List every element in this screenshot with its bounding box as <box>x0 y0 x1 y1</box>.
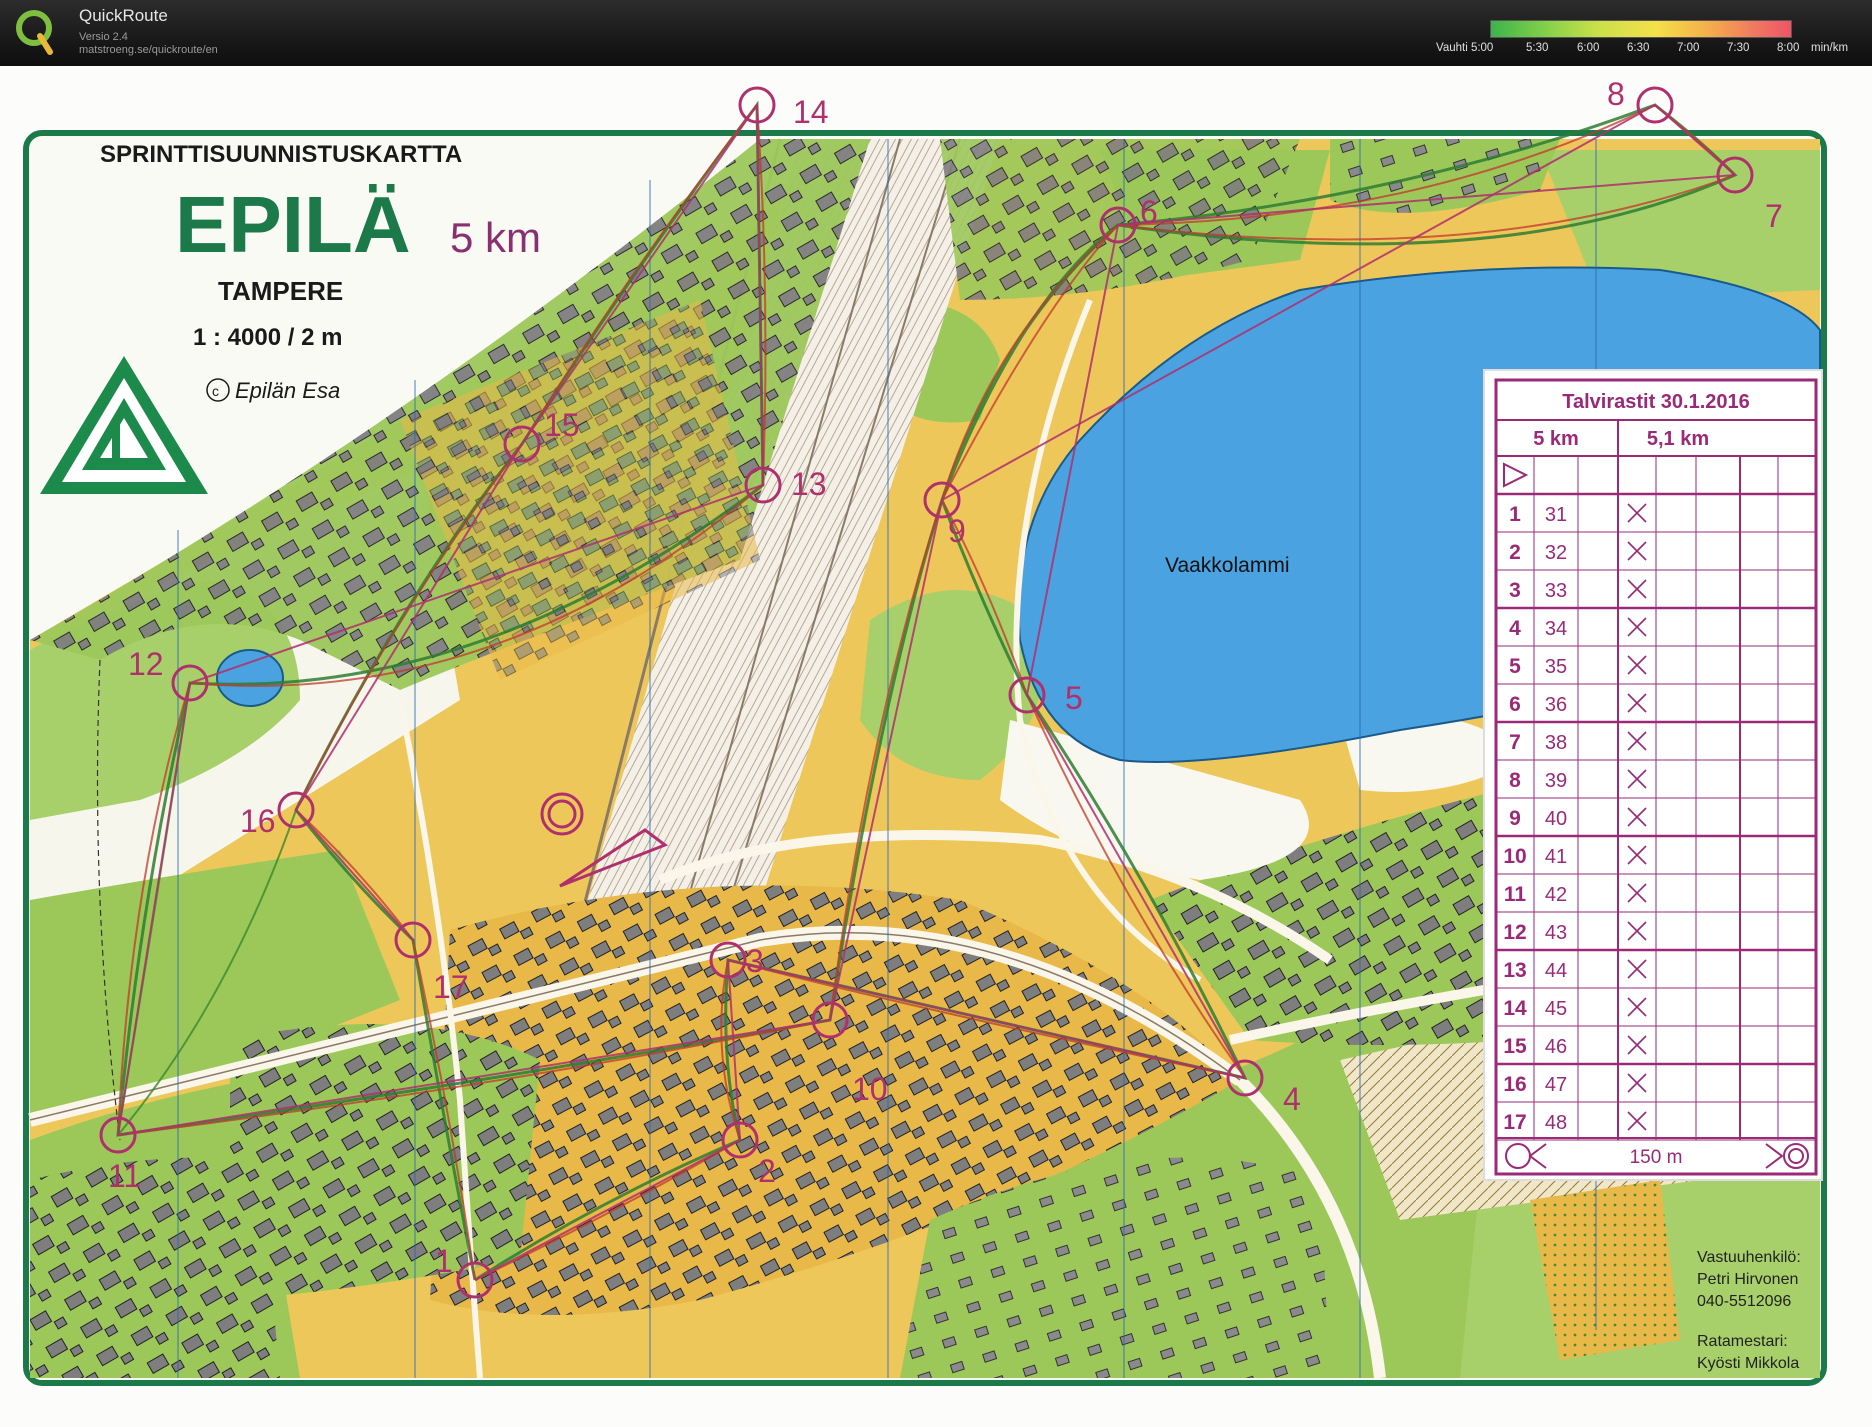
sheet-finish-distance: 150 m <box>1630 1147 1683 1168</box>
svg-text:c: c <box>212 383 219 399</box>
map-copyright: Epilän Esa <box>235 378 340 403</box>
app-version-info: Versio 2.4 matstroeng.se/quickroute/en <box>79 31 218 57</box>
sheet-row-code: 44 <box>1545 960 1567 982</box>
control-number-13: 13 <box>791 466 827 502</box>
pace-label: Vauhti 5:00 <box>1436 42 1494 54</box>
svg-text:Kyösti Mikkola: Kyösti Mikkola <box>1697 1355 1799 1372</box>
sheet-row-number: 17 <box>1503 1111 1526 1134</box>
sheet-title: Talvirastit 30.1.2016 <box>1562 391 1750 413</box>
quickroute-logo-icon <box>16 10 53 55</box>
pace-tick: 7:00 <box>1677 42 1700 54</box>
sheet-row-code: 42 <box>1545 884 1567 906</box>
control-number-17: 17 <box>433 969 469 1005</box>
sheet-row-number: 5 <box>1509 655 1521 678</box>
sheet-row-code: 43 <box>1545 922 1567 944</box>
pace-tick: 8:00 <box>1777 42 1800 54</box>
svg-text:040-5512096: 040-5512096 <box>1697 1293 1791 1310</box>
control-number-16: 16 <box>240 803 276 839</box>
sheet-row-number: 3 <box>1509 579 1521 602</box>
control-number-10: 10 <box>852 1071 888 1107</box>
svg-text:Petri Hirvonen: Petri Hirvonen <box>1697 1271 1798 1288</box>
pace-tick: 7:30 <box>1727 42 1750 54</box>
pace-tick: 6:30 <box>1627 42 1650 54</box>
sheet-row-code: 38 <box>1545 732 1567 754</box>
pace-unit: min/km <box>1811 42 1849 54</box>
control-number-11: 11 <box>108 1158 141 1194</box>
pace-tick: 5:30 <box>1526 42 1549 54</box>
sheet-row-number: 7 <box>1509 731 1521 754</box>
sheet-row-code: 46 <box>1545 1036 1567 1058</box>
sheet-col-51km: 5,1 km <box>1647 428 1709 450</box>
svg-text:Ratamestari:: Ratamestari: <box>1697 1333 1788 1350</box>
sheet-row-code: 40 <box>1545 808 1567 830</box>
svg-text:Vastuuhenkilö:: Vastuuhenkilö: <box>1697 1249 1801 1266</box>
sheet-row-number: 1 <box>1509 503 1521 526</box>
sheet-row-number: 13 <box>1503 959 1526 982</box>
control-number-4: 4 <box>1283 1081 1301 1117</box>
control-number-14: 14 <box>793 94 829 130</box>
control-number-7: 7 <box>1765 198 1783 234</box>
orienteering-map[interactable]: 123456 7891011121314151617 SPRINTTISUUNNI… <box>0 66 1872 1427</box>
sheet-row-number: 4 <box>1509 617 1521 640</box>
map-distance: 5 km <box>450 214 541 261</box>
sheet-row-number: 14 <box>1503 997 1527 1020</box>
control-number-8: 8 <box>1607 76 1625 112</box>
app-toolbar: QuickRoute Versio 2.4 matstroeng.se/quic… <box>0 0 1872 66</box>
control-number-6: 6 <box>1140 194 1158 230</box>
sheet-row-code: 36 <box>1545 694 1567 716</box>
sheet-row-number: 6 <box>1509 693 1521 716</box>
sheet-row-number: 15 <box>1503 1035 1527 1058</box>
sheet-row-code: 47 <box>1545 1074 1567 1096</box>
control-number-2: 2 <box>758 1153 776 1189</box>
sheet-row-code: 34 <box>1545 618 1567 640</box>
control-number-1: 1 <box>435 1243 453 1279</box>
app-version: Versio 2.4 <box>79 31 128 43</box>
map-scale: 1 : 4000 / 2 m <box>193 324 342 351</box>
sheet-col-5km: 5 km <box>1533 428 1579 450</box>
app-title: QuickRoute <box>79 6 168 25</box>
sheet-row-code: 31 <box>1545 504 1567 526</box>
map-city: TAMPERE <box>218 276 343 306</box>
control-description-sheet: Talvirastit 30.1.2016 5 km 5,1 km 1 312 32… <box>1483 369 1823 1181</box>
sheet-row-code: 39 <box>1545 770 1567 792</box>
map-header: SPRINTTISUUNNISTUSKARTTA <box>100 141 462 168</box>
control-number-5: 5 <box>1065 680 1083 716</box>
sheet-row-number: 16 <box>1503 1073 1526 1096</box>
sheet-row-number: 2 <box>1509 541 1521 564</box>
map-name: EPILÄ <box>175 180 411 269</box>
sheet-row-code: 35 <box>1545 656 1567 678</box>
control-number-9: 9 <box>948 513 966 549</box>
pace-color-bar <box>1490 20 1792 38</box>
sheet-row-code: 41 <box>1545 846 1567 868</box>
sheet-row-number: 12 <box>1503 921 1526 944</box>
sheet-row-number: 8 <box>1509 769 1521 792</box>
control-number-12: 12 <box>128 646 164 682</box>
sheet-row-code: 32 <box>1545 542 1567 564</box>
control-number-15: 15 <box>544 407 580 443</box>
sheet-row-code: 48 <box>1545 1112 1567 1134</box>
app-url[interactable]: matstroeng.se/quickroute/en <box>79 44 218 57</box>
sheet-row-code: 45 <box>1545 998 1567 1020</box>
pond <box>216 649 284 707</box>
lake-name: Vaakkolammi <box>1165 554 1289 577</box>
pace-tick: 6:00 <box>1577 42 1600 54</box>
pace-scale: Vauhti 5:00 5:30 6:00 6:30 7:00 7:30 8:0… <box>1436 18 1866 62</box>
sheet-row-number: 10 <box>1503 845 1526 868</box>
sheet-row-number: 9 <box>1509 807 1521 830</box>
sheet-row-number: 11 <box>1504 883 1527 906</box>
sheet-row-code: 33 <box>1545 580 1567 602</box>
control-number-3: 3 <box>746 943 764 979</box>
